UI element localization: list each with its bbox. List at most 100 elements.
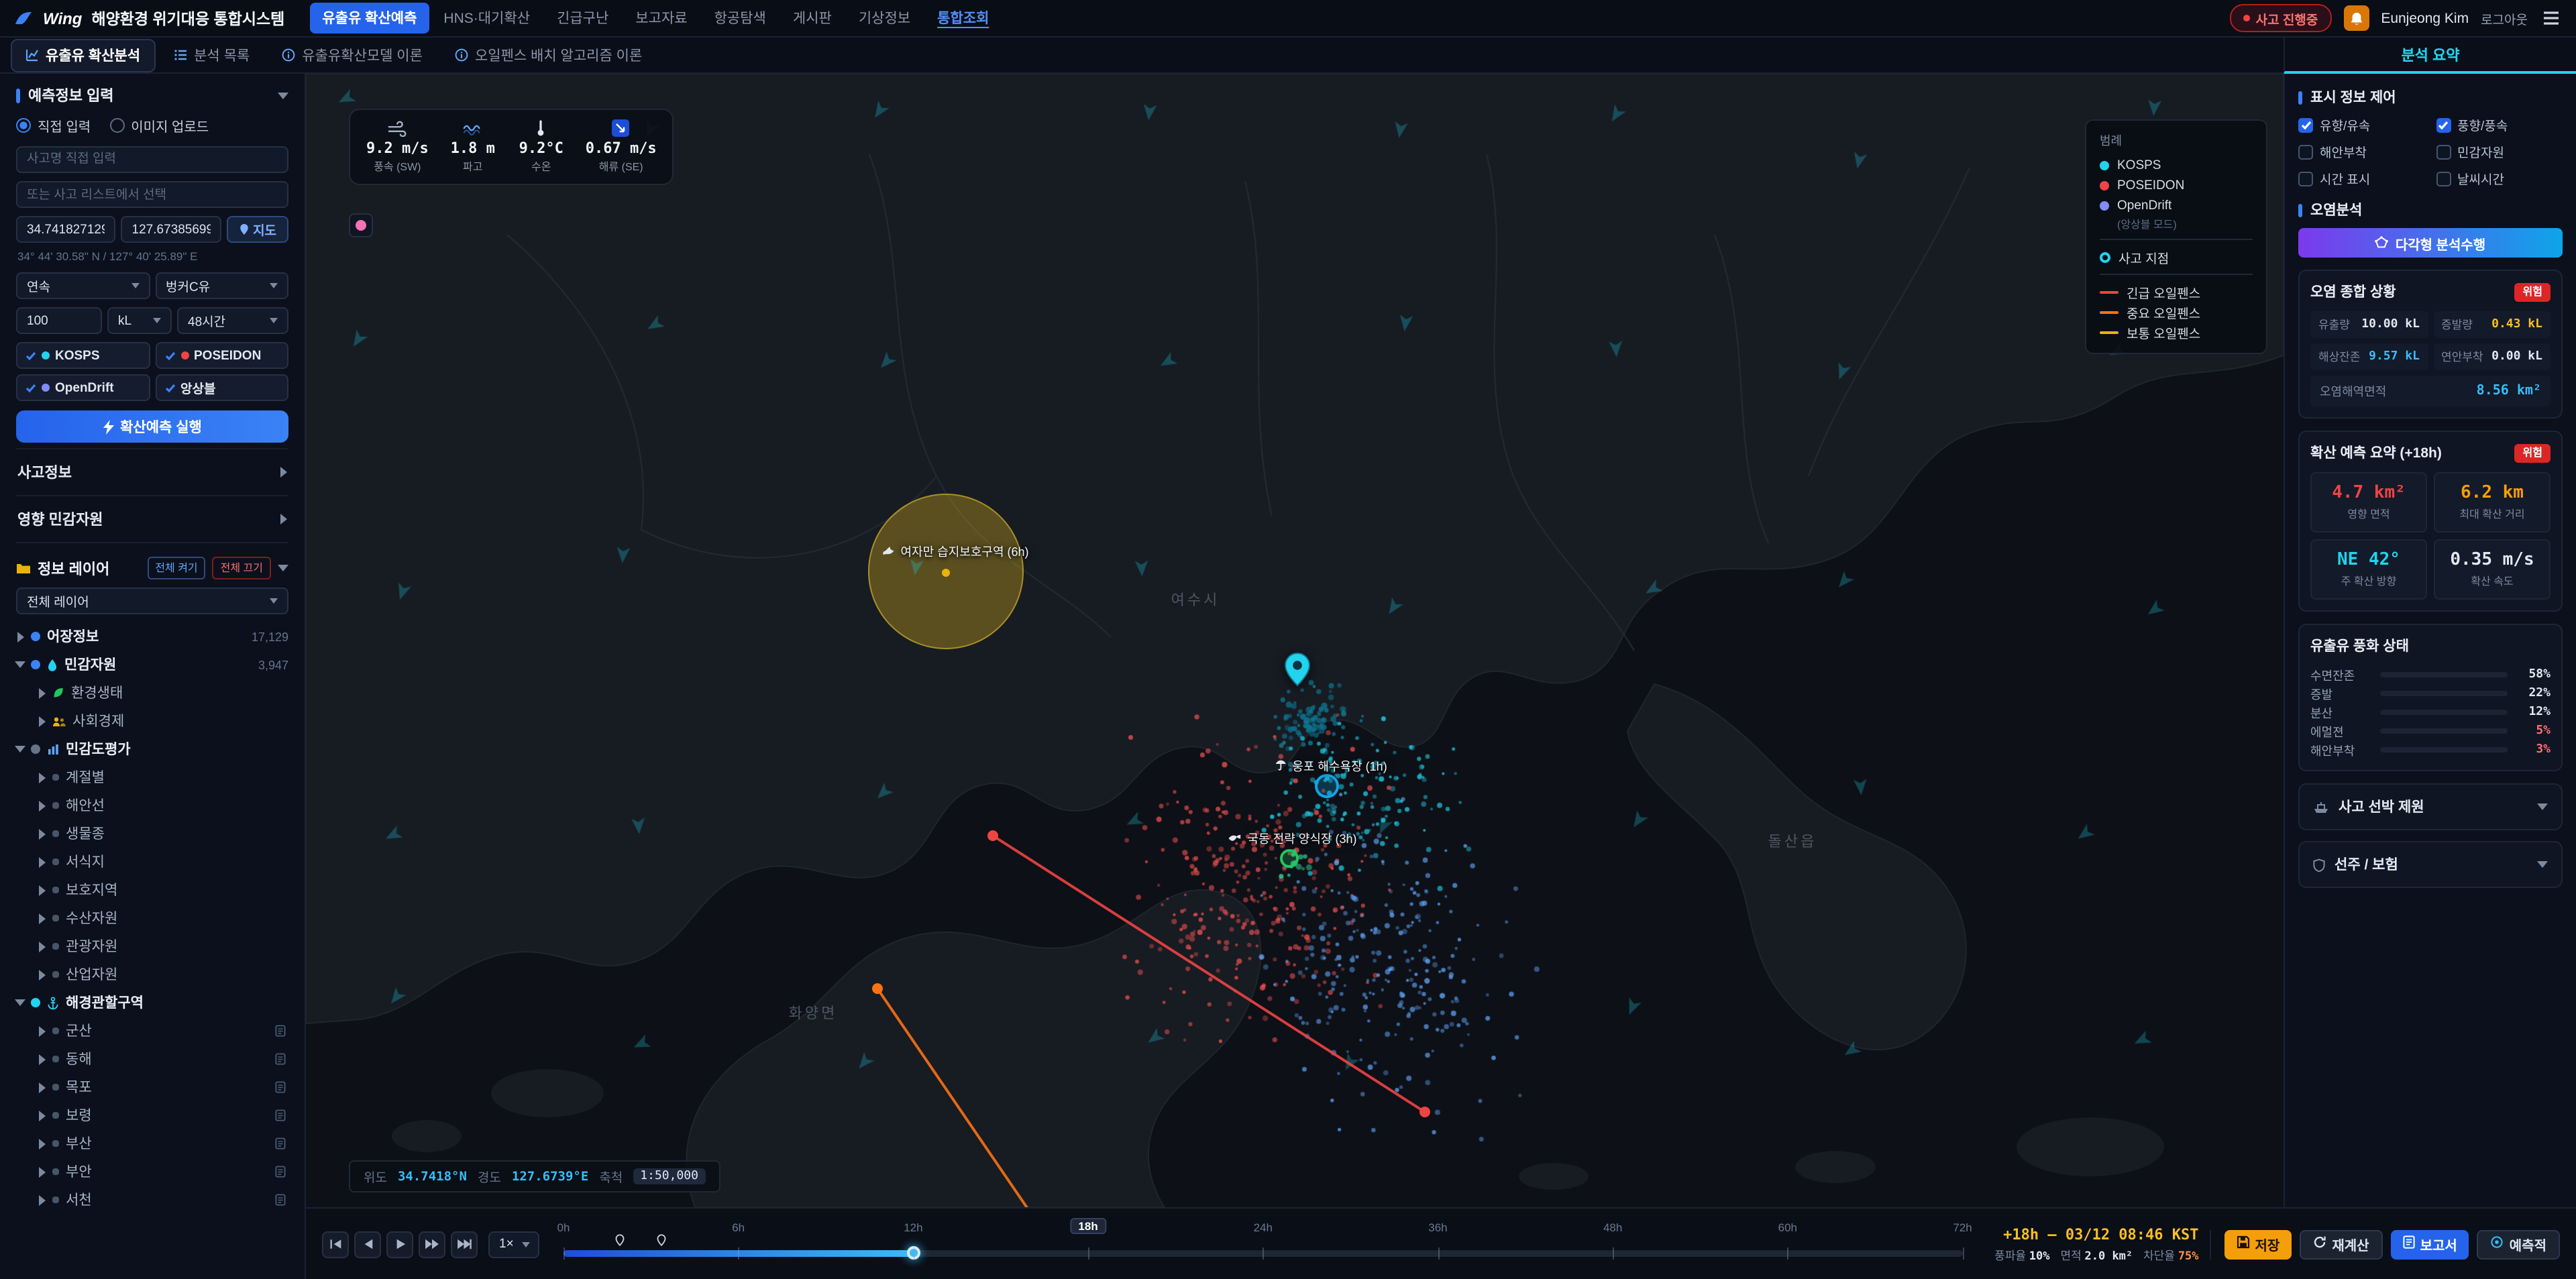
amount-input[interactable] <box>16 307 102 334</box>
layer-item-2-3[interactable]: 서식지 <box>16 848 288 876</box>
accident-list-input[interactable] <box>16 181 288 208</box>
layer-item-3-4[interactable]: 부산 <box>16 1129 288 1158</box>
skip-end-button[interactable] <box>451 1231 478 1258</box>
radio-direct-input[interactable]: 직접 입력 <box>16 115 91 135</box>
tab-0[interactable]: 유출유 확산분석 <box>11 38 156 72</box>
unit-select[interactable]: kL <box>107 307 172 334</box>
doc-icon[interactable] <box>275 1053 288 1065</box>
nav-item-7[interactable]: 통합조회 <box>925 3 1001 34</box>
layer-item-3-2[interactable]: 목포 <box>16 1073 288 1101</box>
layer-toggle-icon[interactable] <box>31 660 40 669</box>
sidebar-fold-0[interactable]: 사고정보 <box>16 448 288 496</box>
layer-item-2-5[interactable]: 수산자원 <box>16 904 288 932</box>
spill-type-select[interactable]: 연속 <box>16 272 150 299</box>
layers-all-off-button[interactable]: 전체 끄기 <box>212 557 271 579</box>
nav-item-0[interactable]: 유출유 확산예측 <box>310 3 429 34</box>
layers-all-on-button[interactable]: 전체 켜기 <box>147 557 206 579</box>
layer-item-3-3[interactable]: 보령 <box>16 1101 288 1129</box>
layer-toggle-icon[interactable] <box>31 998 40 1007</box>
doc-icon[interactable] <box>275 1109 288 1121</box>
play-button[interactable] <box>386 1231 413 1258</box>
layer-toggle-icon[interactable] <box>31 632 40 641</box>
longitude-input[interactable] <box>121 216 221 243</box>
tab-2[interactable]: 유출유확산모델 이론 <box>268 40 436 70</box>
action-refresh-button[interactable]: 재계산 <box>2300 1229 2383 1259</box>
summary-fold-1[interactable]: 선주 / 보험 <box>2298 841 2563 888</box>
doc-icon[interactable] <box>275 1194 288 1206</box>
layer-group-0[interactable]: 어장정보 17,129 <box>16 622 288 651</box>
model-chip-3[interactable]: 앙상블 <box>155 374 288 401</box>
doc-icon[interactable] <box>275 1137 288 1150</box>
resource-marker-1[interactable] <box>1315 774 1339 798</box>
duration-select[interactable]: 48시간 <box>177 307 288 334</box>
action-save-button[interactable]: 저장 <box>2224 1229 2292 1259</box>
notification-bell-button[interactable] <box>2343 5 2369 31</box>
timeline-tick-0h[interactable]: 0h <box>557 1220 570 1233</box>
layer-item-2-4[interactable]: 보호지역 <box>16 876 288 904</box>
display-option-5[interactable]: 날씨시간 <box>2436 169 2563 188</box>
nav-item-3[interactable]: 보고자료 <box>623 3 699 34</box>
layer-item-3-5[interactable]: 부안 <box>16 1158 288 1186</box>
incident-pin-marker[interactable] <box>1283 652 1312 693</box>
latitude-input[interactable] <box>16 216 116 243</box>
nav-item-1[interactable]: HNS·대기확산 <box>431 3 542 34</box>
accident-name-input[interactable] <box>16 146 288 172</box>
map-tool-button[interactable] <box>349 213 373 237</box>
timeline-track[interactable] <box>564 1233 1964 1260</box>
layer-item-2-0[interactable]: 계절별 <box>16 763 288 791</box>
nav-item-6[interactable]: 기상정보 <box>847 3 922 34</box>
display-option-4[interactable]: 시간 표시 <box>2298 169 2425 188</box>
timeline-tick-72h[interactable]: 72h <box>1953 1220 1972 1233</box>
layer-item-1-1[interactable]: 사회경제 <box>16 707 288 735</box>
layer-item-2-1[interactable]: 해안선 <box>16 791 288 820</box>
layer-filter-select[interactable]: 전체 레이어 <box>16 588 288 614</box>
layer-group-2[interactable]: 민감도평가 <box>15 735 288 763</box>
timeline-tick-12h[interactable]: 12h <box>904 1220 922 1233</box>
speed-select[interactable]: 1× <box>488 1231 539 1258</box>
prediction-input-header[interactable]: 예측정보 입력 <box>16 85 288 106</box>
display-option-3[interactable]: 민감자원 <box>2436 142 2563 161</box>
layer-item-1-0[interactable]: 환경생태 <box>16 679 288 707</box>
sidebar-fold-1[interactable]: 영향 민감자원 <box>16 496 288 543</box>
map-pick-button[interactable]: 지도 <box>226 216 289 243</box>
model-chip-0[interactable]: KOSPS <box>16 342 150 369</box>
run-prediction-button[interactable]: 확산예측 실행 <box>16 410 288 443</box>
timeline-tick-48h[interactable]: 48h <box>1603 1220 1622 1233</box>
layer-item-3-0[interactable]: 군산 <box>16 1017 288 1045</box>
tab-3[interactable]: 오일펜스 배치 알고리즘 이론 <box>441 40 655 70</box>
layer-item-2-6[interactable]: 관광자원 <box>16 932 288 960</box>
display-option-0[interactable]: 유향/유속 <box>2298 115 2425 134</box>
layer-item-3-1[interactable]: 동해 <box>16 1045 288 1073</box>
model-chip-1[interactable]: POSEIDON <box>155 342 288 369</box>
action-target-button[interactable]: 예측적 <box>2477 1229 2560 1259</box>
timeline-tick-36h[interactable]: 36h <box>1428 1220 1447 1233</box>
map-area[interactable]: 여수시 화양면 돌산읍 여자만 습지보호구역 (6h) 웅포 해수욕장 (1h) 국동 … <box>306 74 2284 1207</box>
summary-panel-tab[interactable]: 분석 요약 <box>2284 38 2576 74</box>
oil-type-select[interactable]: 벙커C유 <box>155 272 288 299</box>
tab-1[interactable]: 분석 목록 <box>160 40 263 70</box>
polygon-analysis-button[interactable]: 다각형 분석수행 <box>2298 228 2563 258</box>
nav-item-2[interactable]: 긴급구난 <box>545 3 621 34</box>
layer-item-2-7[interactable]: 산업자원 <box>16 960 288 989</box>
timeline-tick-24h[interactable]: 24h <box>1254 1220 1273 1233</box>
nav-item-4[interactable]: 항공탐색 <box>702 3 778 34</box>
timeline-tick-18h[interactable]: 18h <box>1070 1217 1106 1233</box>
layer-group-1[interactable]: 민감자원 3,947 <box>15 651 288 679</box>
radio-image-upload[interactable]: 이미지 업로드 <box>109 115 209 135</box>
skip-start-button[interactable] <box>322 1231 349 1258</box>
logout-button[interactable]: 로그아웃 <box>2481 9 2528 27</box>
doc-icon[interactable] <box>275 1081 288 1093</box>
timeline-tick-60h[interactable]: 60h <box>1778 1220 1797 1233</box>
menu-button[interactable] <box>2540 8 2563 28</box>
action-report-button[interactable]: 보고서 <box>2390 1229 2469 1259</box>
doc-icon[interactable] <box>275 1025 288 1037</box>
step-back-button[interactable] <box>354 1231 381 1258</box>
layer-item-2-2[interactable]: 생물종 <box>16 820 288 848</box>
doc-icon[interactable] <box>275 1166 288 1178</box>
resource-marker-2[interactable] <box>1280 849 1299 868</box>
layer-group-3[interactable]: 해경관할구역 <box>15 989 288 1017</box>
layer-item-3-6[interactable]: 서천 <box>16 1186 288 1214</box>
fast-forward-button[interactable] <box>419 1231 445 1258</box>
layer-toggle-icon[interactable] <box>31 744 40 754</box>
timeline-tick-6h[interactable]: 6h <box>732 1220 745 1233</box>
